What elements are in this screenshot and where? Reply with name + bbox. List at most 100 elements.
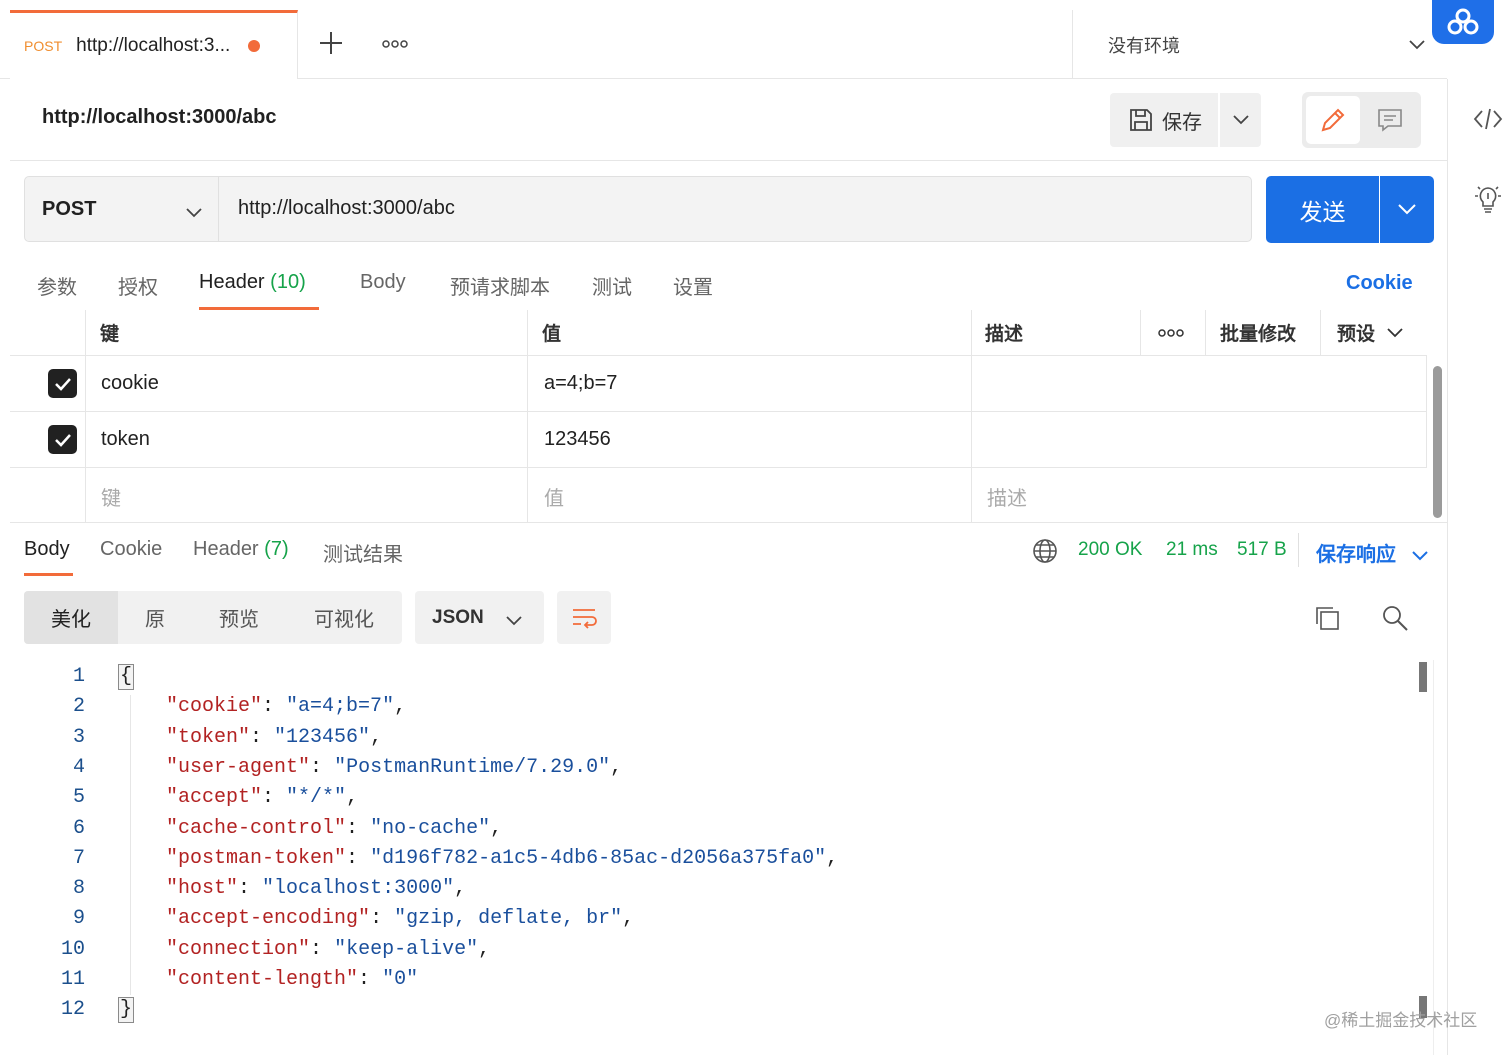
code-line: 6 "cache-control": "no-cache",: [0, 814, 1400, 844]
column-divider: [1426, 356, 1427, 468]
new-key-input[interactable]: 键: [101, 468, 121, 524]
cloud-icon[interactable]: [1432, 0, 1494, 44]
chevron-down-icon: [1411, 551, 1428, 561]
line-number: 5: [72, 786, 85, 810]
chevron-down-icon: [1409, 34, 1425, 55]
comment-icon: [1377, 109, 1402, 132]
column-value: 值: [542, 324, 562, 345]
view-preview-button[interactable]: 预览: [192, 591, 286, 644]
response-body-code[interactable]: 1{2 "cookie": "a=4;b=7", 3 "token": "1234…: [0, 660, 1440, 1055]
code-line: 2 "cookie": "a=4;b=7",: [0, 692, 1400, 722]
chevron-down-icon: [1398, 204, 1416, 215]
save-response-label: 保存响应: [1316, 544, 1396, 566]
view-mode-toggle: [1302, 92, 1421, 148]
code-text: "cookie": "a=4;b=7",: [166, 695, 407, 719]
save-icon: [1130, 109, 1152, 131]
status-code[interactable]: 200 OK: [1078, 539, 1142, 561]
column-description: 描述: [985, 324, 1024, 345]
environment-select[interactable]: 没有环境: [1072, 10, 1447, 79]
url-bar: POST: [24, 176, 1252, 242]
code-text: }: [118, 997, 135, 1024]
line-number: 3: [72, 725, 85, 749]
response-tab-headers-label: Header: [193, 538, 259, 560]
presets-button[interactable]: 预设: [1337, 310, 1403, 355]
code-line: 3 "token": "123456",: [0, 723, 1400, 753]
tab-prerequest-script[interactable]: 预请求脚本: [450, 271, 550, 300]
header-key[interactable]: cookie: [101, 356, 159, 411]
right-rail: [1447, 79, 1512, 1055]
code-line: 4 "user-agent": "PostmanRuntime/7.29.0",: [0, 753, 1400, 783]
chevron-down-icon: [1387, 327, 1403, 337]
save-button[interactable]: 保存: [1110, 93, 1218, 147]
search-icon[interactable]: [1381, 604, 1409, 637]
header-value[interactable]: 123456: [544, 412, 611, 467]
code-scrollbar-top[interactable]: [1419, 662, 1427, 692]
response-tab-headers[interactable]: Header (7): [193, 538, 289, 561]
row-enabled-checkbox[interactable]: [48, 412, 77, 467]
save-response-button[interactable]: 保存响应: [1316, 538, 1428, 567]
new-header-row: 键 值 描述: [10, 468, 1427, 524]
code-text: "host": "localhost:3000",: [166, 877, 467, 901]
line-number: 8: [72, 877, 85, 901]
code-text: "token": "123456",: [166, 725, 383, 749]
code-text: "user-agent": "PostmanRuntime/7.29.0",: [166, 755, 623, 779]
more-icon[interactable]: [1158, 310, 1184, 355]
row-enabled-checkbox[interactable]: [48, 356, 77, 411]
code-text: "postman-token": "d196f782-a1c5-4db6-85a…: [166, 846, 839, 870]
wrap-lines-button[interactable]: [557, 591, 611, 644]
tab-params[interactable]: 参数: [37, 271, 77, 300]
plus-icon[interactable]: [318, 30, 344, 62]
comment-mode-button[interactable]: [1362, 96, 1417, 144]
column-divider: [971, 310, 972, 522]
response-size[interactable]: 517 B: [1237, 539, 1287, 561]
code-text: "accept": "*/*",: [166, 786, 359, 810]
save-options-button[interactable]: [1220, 93, 1261, 147]
header-key[interactable]: token: [101, 412, 150, 467]
format-select[interactable]: JSON: [415, 591, 544, 644]
tab-headers-label: Header: [199, 271, 265, 293]
column-divider: [1140, 310, 1141, 356]
tab-headers[interactable]: Header (10): [199, 271, 306, 294]
tab-bar: POST http://localhost:3... 没有环境: [0, 0, 1447, 79]
method-select[interactable]: POST: [25, 177, 219, 241]
view-pretty-button[interactable]: 美化: [24, 591, 118, 644]
line-number: 7: [72, 846, 85, 870]
response-tab-body[interactable]: Body: [24, 538, 70, 561]
response-tab-cookie[interactable]: Cookie: [100, 538, 162, 561]
wrap-icon: [573, 608, 597, 629]
code-line: 7 "postman-token": "d196f782-a1c5-4db6-8…: [0, 844, 1400, 874]
code-icon[interactable]: [1473, 107, 1503, 136]
code-line: 5 "accept": "*/*",: [0, 783, 1400, 813]
edit-mode-button[interactable]: [1306, 96, 1360, 144]
table-scrollbar[interactable]: [1433, 366, 1442, 518]
cookie-link[interactable]: Cookie: [1346, 272, 1413, 295]
bulk-edit-button[interactable]: 批量修改: [1220, 310, 1296, 355]
tab-auth[interactable]: 授权: [118, 271, 158, 300]
globe-icon[interactable]: [1032, 538, 1058, 569]
column-key: 键: [100, 324, 120, 345]
more-icon[interactable]: [382, 36, 408, 52]
lightbulb-icon[interactable]: [1473, 183, 1503, 220]
column-divider: [1320, 310, 1321, 356]
request-tab[interactable]: POST http://localhost:3...: [10, 10, 298, 79]
divider: [10, 522, 1447, 523]
view-visualize-button[interactable]: 可视化: [286, 591, 402, 644]
tab-body[interactable]: Body: [360, 271, 406, 294]
view-raw-button[interactable]: 原: [118, 591, 192, 644]
copy-icon[interactable]: [1313, 604, 1341, 637]
line-number: 10: [60, 937, 85, 961]
response-tab-test-results[interactable]: 测试结果: [323, 538, 403, 567]
tab-settings[interactable]: 设置: [673, 271, 713, 300]
header-value[interactable]: a=4;b=7: [544, 356, 617, 411]
tab-tests[interactable]: 测试: [592, 271, 632, 300]
send-options-button[interactable]: [1380, 176, 1434, 243]
code-line: 12}: [0, 995, 1400, 1025]
new-description-input[interactable]: 描述: [987, 468, 1027, 524]
line-number: 6: [72, 816, 85, 840]
new-value-input[interactable]: 值: [544, 468, 564, 524]
code-line: 1{: [0, 662, 1400, 692]
send-button[interactable]: 发送: [1266, 176, 1379, 243]
code-line: 9 "accept-encoding": "gzip, deflate, br"…: [0, 904, 1400, 934]
url-input[interactable]: [238, 197, 1138, 220]
response-time[interactable]: 21 ms: [1166, 539, 1218, 561]
